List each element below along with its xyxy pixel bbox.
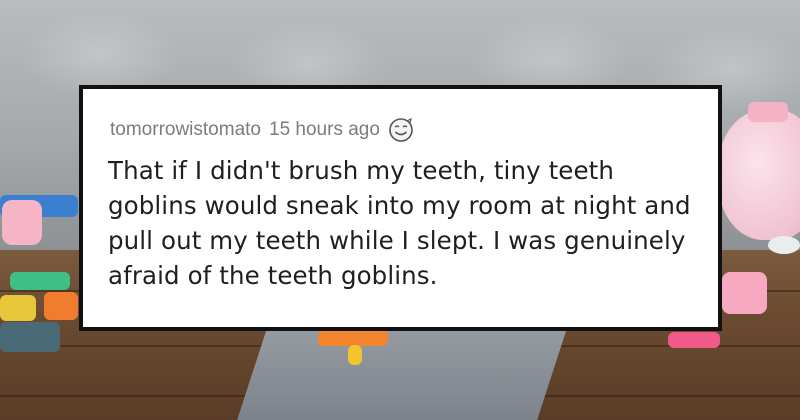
comment-card: tomorrowistomato 15 hours ago That if I … [79, 85, 722, 331]
toy-orange-stick [318, 330, 388, 346]
toy-green [10, 272, 70, 290]
comment-meta: tomorrowistomato 15 hours ago [110, 117, 414, 143]
toy-pink-block [722, 272, 767, 314]
toy-orange [44, 292, 78, 320]
pink-plush-toy [718, 110, 800, 240]
comment-username[interactable]: tomorrowistomato [110, 119, 261, 141]
smiley-award-icon [388, 117, 414, 143]
toy-pink-small [748, 102, 788, 122]
toy-yellow-peg [348, 345, 362, 365]
toy-yellow [0, 295, 36, 321]
comment-body: That if I didn't brush my teeth, tiny te… [108, 156, 691, 290]
comment-timestamp: 15 hours ago [269, 119, 380, 140]
toy-pink [2, 200, 42, 245]
toy-white [768, 236, 800, 254]
toy-teal [0, 322, 60, 352]
toy-pink-stick [668, 332, 720, 348]
